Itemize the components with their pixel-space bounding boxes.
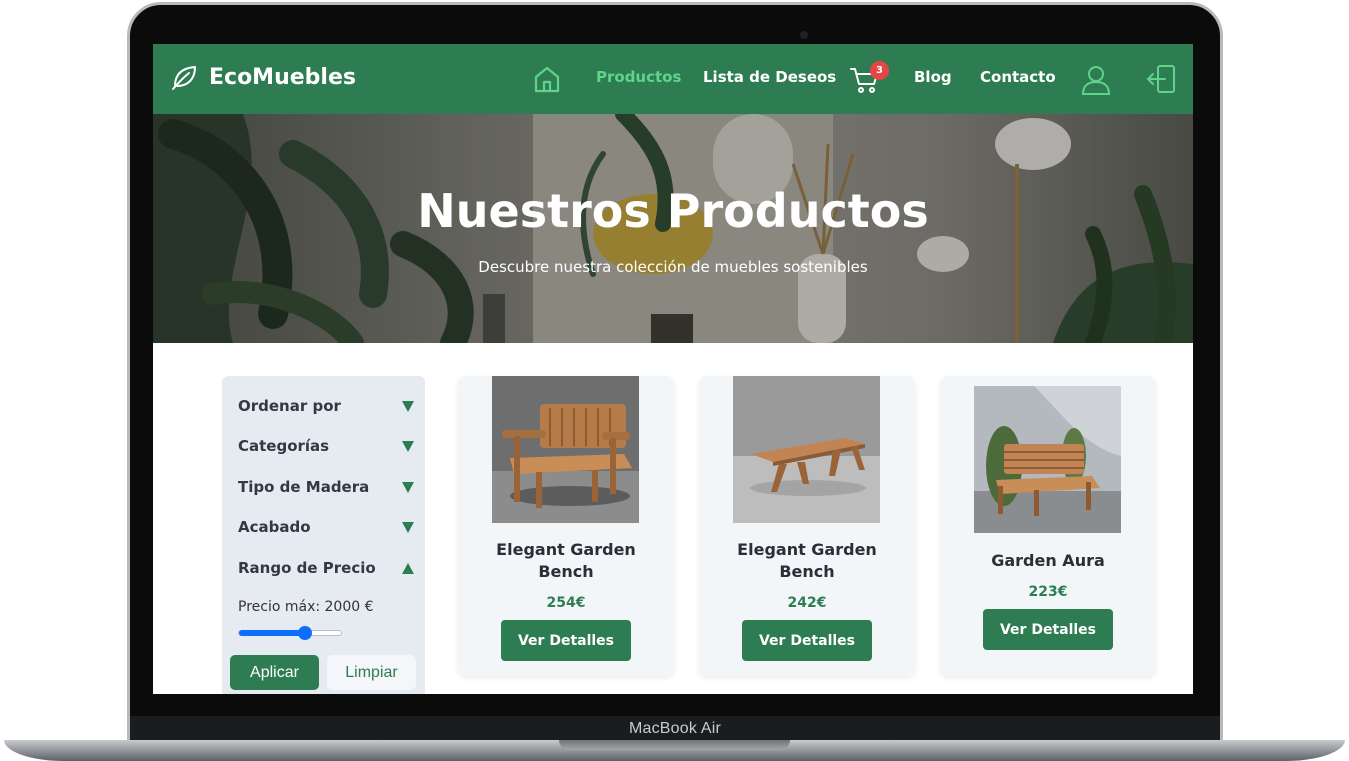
product-price: 242€ [787,595,827,611]
brand-name: EcoMuebles [209,64,356,90]
hero-banner: Nuestros Productos Descubre nuestra cole… [153,114,1193,343]
screen: EcoMuebles Productos Lista de Deseos 3 B… [153,44,1193,694]
nav-lista-de-deseos[interactable]: Lista de Deseos [703,68,836,86]
chevron-down-icon [402,440,414,452]
product-card: Garden Aura 223€ Ver Detalles [940,376,1156,676]
filters-sidebar: Ordenar por Categorías Tipo de Madera Ac… [222,376,425,694]
navbar: EcoMuebles Productos Lista de Deseos 3 B… [153,44,1193,114]
apply-filters-button[interactable]: Aplicar [230,655,319,690]
price-slider-fill [239,630,306,636]
view-details-button[interactable]: Ver Detalles [742,620,872,661]
product-name: Garden Aura [991,551,1105,570]
price-slider-thumb[interactable] [298,626,313,640]
product-name: Elegant Garden Bench [496,540,636,581]
product-price: 223€ [1028,584,1068,600]
nav-contacto[interactable]: Contacto [980,68,1056,86]
filter-ordenar-por[interactable]: Ordenar por [238,397,414,415]
filter-label: Ordenar por [238,397,341,415]
product-image[interactable] [733,376,880,523]
filter-label: Rango de Precio [238,559,376,577]
nav-blog[interactable]: Blog [914,68,952,86]
home-icon[interactable] [533,65,561,97]
nav-productos[interactable]: Productos [596,68,681,86]
filter-categorias[interactable]: Categorías [238,437,414,455]
leaf-icon [169,62,199,92]
product-image[interactable] [974,386,1121,533]
user-icon[interactable] [1080,63,1112,99]
product-price: 254€ [546,595,586,611]
clear-filters-button[interactable]: Limpiar [327,655,416,690]
filter-label: Tipo de Madera [238,478,370,496]
device-label: MacBook Air [628,720,721,737]
filter-label: Categorías [238,437,330,455]
view-details-button[interactable]: Ver Detalles [983,609,1113,650]
brand-link[interactable]: EcoMuebles [169,62,356,92]
page-title: Nuestros Productos [417,184,929,238]
filter-rango-de-precio[interactable]: Rango de Precio [238,559,414,577]
filter-tipo-de-madera[interactable]: Tipo de Madera [238,478,414,496]
page-subtitle: Descubre nuestra colección de muebles so… [478,258,868,276]
bottom-bezel: MacBook Air [130,716,1220,742]
camera-icon [800,31,808,39]
chevron-up-icon [402,562,414,574]
product-card: Elegant Garden Bench 254€ Ver Detalles [458,376,674,676]
chevron-down-icon [402,400,414,412]
laptop-notch [559,740,790,750]
filter-acabado[interactable]: Acabado [238,518,414,536]
product-name: Elegant Garden Bench [737,540,877,581]
price-slider[interactable] [238,626,342,640]
logout-icon[interactable] [1145,63,1177,99]
product-image[interactable] [492,376,639,523]
price-max-label: Precio máx: 2000 € [238,599,374,615]
filter-label: Acabado [238,518,311,536]
chevron-down-icon [402,481,414,493]
view-details-button[interactable]: Ver Detalles [501,620,631,661]
chevron-down-icon [402,521,414,533]
cart-count-badge: 3 [870,61,889,80]
product-card: Elegant Garden Bench 242€ Ver Detalles [699,376,915,676]
